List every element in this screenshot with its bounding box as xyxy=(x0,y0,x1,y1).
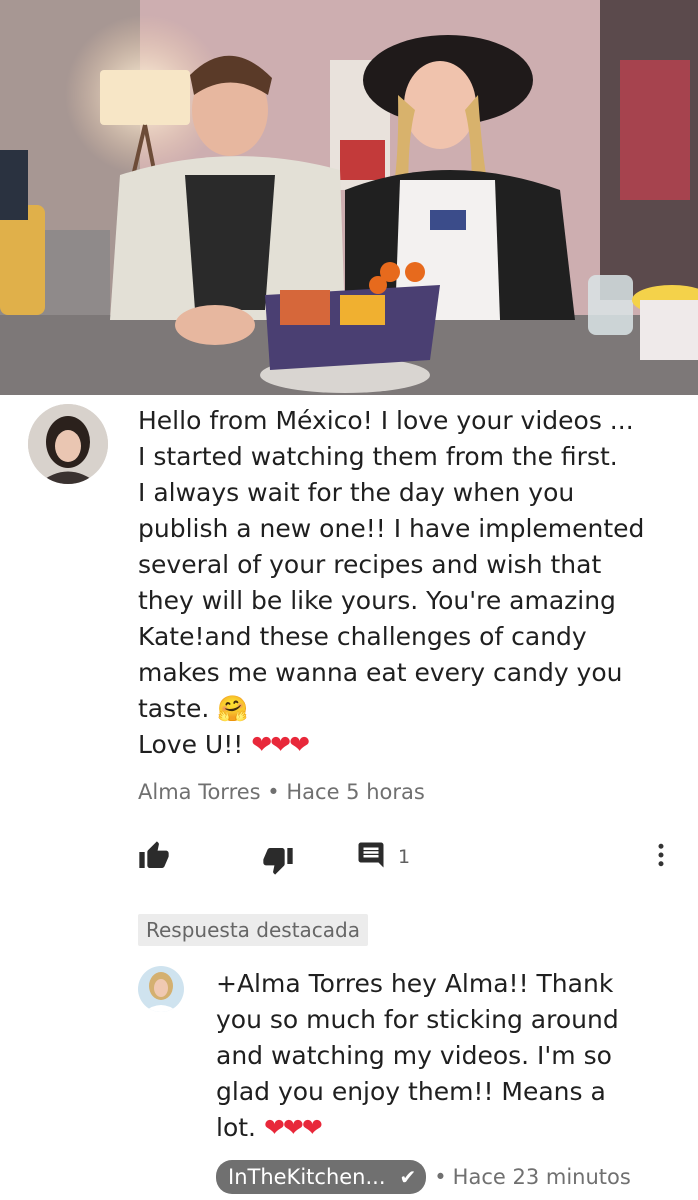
comment-icon xyxy=(356,840,386,874)
comment-line: I started watching them from the first. xyxy=(138,442,618,471)
comment-actions: 1 xyxy=(138,840,678,876)
reply-separator: • xyxy=(434,1165,447,1189)
dislike-button[interactable] xyxy=(262,844,294,880)
reply-line: and watching my videos. I'm so xyxy=(216,1041,612,1070)
reply-button[interactable]: 1 xyxy=(356,840,410,874)
thumbs-down-icon xyxy=(262,844,294,880)
comment-line: Hello from México! I love your videos ..… xyxy=(138,406,634,435)
channel-badge[interactable]: InTheKitchen... ✔ xyxy=(216,1160,427,1194)
reply-meta: InTheKitchen... ✔ • Hace 23 minutos xyxy=(216,1160,631,1194)
channel-name: InTheKitchen... xyxy=(228,1165,386,1189)
reply-line: you so much for sticking around xyxy=(216,1005,619,1034)
comment-line: taste. 🤗 xyxy=(138,694,249,723)
creator-avatar[interactable] xyxy=(138,966,184,1012)
comment-line: several of your recipes and wish that xyxy=(138,550,602,579)
comment-meta: Alma Torres • Hace 5 horas xyxy=(138,780,425,804)
reply-line: lot. xyxy=(216,1113,264,1142)
comment-body: Hello from México! I love your videos ..… xyxy=(138,403,678,763)
comment-line: makes me wanna eat every candy you xyxy=(138,658,623,687)
thumbs-up-icon xyxy=(138,840,170,876)
check-icon: ✔ xyxy=(399,1165,417,1189)
reply-line: glad you enjoy them!! Means a xyxy=(216,1077,606,1106)
featured-reply-label: Respuesta destacada xyxy=(138,914,368,946)
comment-line: Kate!and these challenges of candy xyxy=(138,622,587,651)
heart-emojis: ❤❤❤ xyxy=(263,1113,323,1142)
reply-body: +Alma Torres hey Alma!! Thank you so muc… xyxy=(216,966,676,1146)
video-thumbnail[interactable] xyxy=(0,0,698,395)
reply-count: 1 xyxy=(398,846,411,868)
reply-line-last: lot. ❤❤❤ xyxy=(216,1110,676,1146)
meta-separator: • xyxy=(267,780,280,804)
more-vert-icon xyxy=(646,840,676,874)
comment-line: they will be like yours. You're amazing xyxy=(138,586,616,615)
comment-line: publish a new one!! I have implemented xyxy=(138,514,645,543)
commenter-avatar[interactable] xyxy=(28,404,108,484)
reply-line: +Alma Torres hey Alma!! Thank xyxy=(216,969,614,998)
comment-line: I always wait for the day when you xyxy=(138,478,575,507)
comment-line: Love U!! xyxy=(138,730,252,759)
comment-time: Hace 5 horas xyxy=(286,780,425,804)
comment-author[interactable]: Alma Torres xyxy=(138,780,261,804)
like-button[interactable] xyxy=(138,840,170,876)
comment-menu-button[interactable] xyxy=(646,840,676,874)
comment-line-last: Love U!! ❤❤❤ xyxy=(138,727,678,763)
heart-emojis: ❤❤❤ xyxy=(251,730,310,759)
reply-time: Hace 23 minutos xyxy=(452,1165,631,1189)
